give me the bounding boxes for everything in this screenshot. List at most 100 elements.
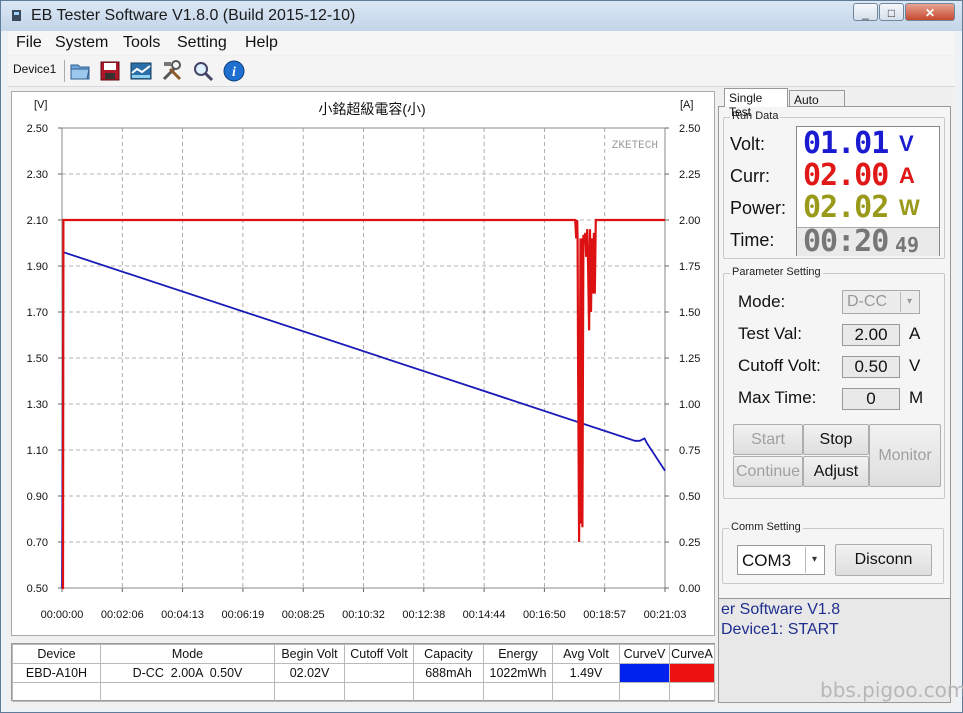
- y-right-tick-label: 0.25: [679, 537, 700, 549]
- column-header[interactable]: Mode: [100, 644, 275, 664]
- menu-file[interactable]: File: [16, 34, 42, 52]
- x-tick-label: 00:00:00: [41, 609, 84, 621]
- y-right-tick-label: 2.00: [679, 215, 700, 227]
- open-folder-icon[interactable]: [68, 59, 92, 83]
- chart-panel: 小銘超級電容(小) [V] [A] ZKETECH 2.50 2.30 2.10 1.…: [11, 91, 715, 636]
- maximize-button[interactable]: □: [879, 3, 904, 21]
- com-port-select[interactable]: COM3 ▾: [737, 545, 825, 575]
- tab-single-test[interactable]: Single Test: [724, 88, 788, 119]
- result-table: Device Mode Begin Volt Cutoff Volt Capac…: [11, 643, 715, 702]
- power-label: Power:: [730, 198, 787, 218]
- toolbar-separator: [64, 60, 65, 82]
- lcd-power-row: 02.02 W: [797, 192, 939, 223]
- table-cell: D-CC 2.00A 0.50V: [100, 663, 275, 683]
- menu-setting[interactable]: Setting: [177, 34, 227, 52]
- tools-icon[interactable]: [160, 59, 184, 83]
- menu-help[interactable]: Help: [245, 34, 278, 52]
- table-cell: 1.49V: [552, 663, 620, 683]
- close-button[interactable]: ✕: [905, 3, 955, 21]
- continue-button[interactable]: Continue: [733, 456, 803, 487]
- table-row[interactable]: EBD-A10H D-CC 2.00A 0.50V 02.02V 688mAh …: [12, 663, 715, 683]
- adjust-button[interactable]: Adjust: [803, 456, 869, 487]
- search-icon[interactable]: [191, 59, 215, 83]
- test-val-unit: A: [909, 324, 921, 343]
- x-tick-label: 00:02:06: [101, 609, 144, 621]
- test-val-field[interactable]: 2.00: [842, 324, 900, 346]
- disconnect-button[interactable]: Disconn: [835, 544, 932, 576]
- column-header[interactable]: Capacity: [413, 644, 484, 664]
- log-line: er Software V1.8: [721, 601, 841, 618]
- y-right-tick-label: 1.00: [679, 399, 700, 411]
- chart-icon[interactable]: [129, 59, 153, 83]
- chart-title: 小銘超級電容(小): [318, 101, 425, 117]
- y-left-tick-label: 1.70: [27, 307, 48, 319]
- tab-auto-test[interactable]: Auto Test: [789, 90, 845, 121]
- volt-value: 01.01: [803, 126, 889, 161]
- minimize-button[interactable]: _: [853, 3, 878, 21]
- y-right-tick-label: 1.50: [679, 307, 700, 319]
- y-right-tick-label: 1.75: [679, 261, 700, 273]
- chevron-down-icon[interactable]: ▾: [900, 292, 918, 312]
- y-left-tick-label: 1.50: [27, 353, 48, 365]
- table-cell: [344, 663, 414, 683]
- column-header[interactable]: Device: [12, 644, 101, 664]
- lcd-display: 01.01 V 02.00 A 02.02 W 00:20 49: [796, 126, 940, 257]
- cutoff-volt-unit: V: [909, 356, 921, 375]
- device-tab[interactable]: Device1: [13, 62, 56, 76]
- start-button[interactable]: Start: [733, 424, 803, 455]
- curve-a-swatch[interactable]: [669, 663, 715, 683]
- info-icon[interactable]: i: [222, 59, 246, 83]
- mode-label: Mode:: [738, 292, 786, 311]
- chevron-down-icon[interactable]: ▾: [805, 547, 823, 573]
- y-right-tick-label: 2.50: [679, 123, 700, 135]
- y-left-tick-label: 0.90: [27, 491, 48, 503]
- mode-value: D-CC: [847, 293, 887, 310]
- curve-v-swatch[interactable]: [619, 663, 670, 683]
- app-icon: [12, 10, 21, 21]
- lcd-curr-row: 02.00 A: [797, 160, 939, 191]
- run-data-group: Run Data Volt: Curr: Power: Time: 01.01 …: [723, 110, 945, 259]
- table-cell: 688mAh: [413, 663, 484, 683]
- log-line: Device1: START: [721, 621, 839, 638]
- power-value: 02.02: [803, 190, 889, 225]
- column-header[interactable]: Energy: [483, 644, 553, 664]
- stop-button[interactable]: Stop: [803, 424, 869, 455]
- lcd-volt-row: 01.01 V: [797, 128, 939, 159]
- x-tick-label: 00:12:38: [402, 609, 445, 621]
- window-title: EB Tester Software V1.8.0 (Build 2015-12…: [31, 7, 356, 24]
- y-left-tick-label: 1.10: [27, 445, 48, 457]
- y-right-tick-label: 0.75: [679, 445, 700, 457]
- column-header[interactable]: Cutoff Volt: [344, 644, 414, 664]
- max-time-field[interactable]: 0: [842, 388, 900, 410]
- column-header[interactable]: Avg Volt: [552, 644, 620, 664]
- x-tick-label: 00:14:44: [463, 609, 506, 621]
- x-axis-ticks: 00:00:00 00:02:06 00:04:13 00:06:19 00:08:25…: [41, 588, 686, 621]
- lcd-time-row: 00:20 49: [797, 226, 939, 257]
- column-header[interactable]: CurveV: [619, 644, 670, 664]
- title-bar: EB Tester Software V1.8.0 (Build 2015-12…: [1, 1, 962, 31]
- volt-unit: V: [899, 131, 914, 156]
- y-left-tick-label: 2.30: [27, 169, 48, 181]
- mode-select[interactable]: D-CC ▾: [842, 290, 920, 314]
- cutoff-volt-field[interactable]: 0.50: [842, 356, 900, 378]
- menu-tools[interactable]: Tools: [123, 34, 160, 52]
- y-right-tick-label: 0.50: [679, 491, 700, 503]
- save-icon[interactable]: [98, 59, 122, 83]
- chart-grid: [62, 128, 665, 588]
- x-tick-label: 00:08:25: [282, 609, 325, 621]
- column-header[interactable]: CurveA: [669, 644, 715, 664]
- site-watermark: bbs.pigoo.com: [820, 678, 963, 702]
- max-time-label: Max Time:: [738, 388, 817, 407]
- column-header[interactable]: Begin Volt: [274, 644, 345, 664]
- client-area: 小銘超級電容(小) [V] [A] ZKETECH 2.50 2.30 2.10 1.…: [8, 88, 955, 707]
- power-unit: W: [899, 195, 920, 220]
- menu-system[interactable]: System: [55, 34, 108, 52]
- test-val-label: Test Val:: [738, 324, 802, 343]
- right-axis-ticks: 2.50 2.25 2.00 1.75 1.50 1.25 1.00 0.75 0.50 0.25…: [665, 123, 700, 595]
- volt-label: Volt:: [730, 134, 766, 154]
- menu-bar: File System Tools Setting Help: [8, 31, 955, 55]
- cutoff-volt-label: Cutoff Volt:: [738, 356, 821, 375]
- monitor-button[interactable]: Monitor: [869, 424, 941, 487]
- y-right-tick-label: 2.25: [679, 169, 700, 181]
- right-axis-unit: [A]: [680, 99, 693, 111]
